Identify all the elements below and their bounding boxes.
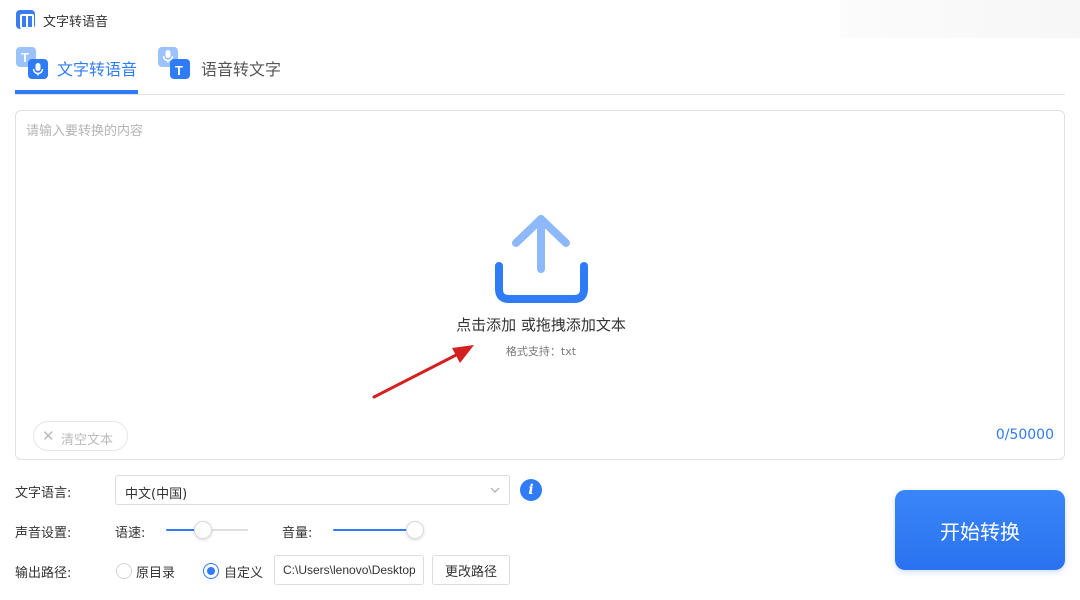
volume-label: 音量: bbox=[282, 526, 313, 541]
volume-slider[interactable] bbox=[333, 520, 424, 540]
radio-custom-label: 自定义 bbox=[224, 566, 264, 581]
start-conversion-button[interactable]: 开始转换 bbox=[895, 490, 1065, 570]
output-path-input[interactable] bbox=[274, 555, 424, 585]
title-bar-blur-area bbox=[840, 0, 1080, 38]
text-input-placeholder: 请输入要转换的内容 bbox=[26, 124, 144, 139]
svg-text:T: T bbox=[175, 63, 183, 78]
clear-text-button[interactable]: ✕ 清空文本 bbox=[33, 421, 128, 451]
speed-slider-thumb[interactable] bbox=[194, 521, 212, 539]
voice-settings-label: 声音设置: bbox=[15, 526, 72, 541]
radio-original-directory[interactable] bbox=[116, 563, 132, 579]
radio-custom-directory[interactable] bbox=[203, 563, 219, 579]
language-selected-value: 中文(中国) bbox=[125, 487, 188, 502]
clear-text-label: 清空文本 bbox=[61, 433, 114, 448]
tab-text-to-speech-label: 文字转语音 bbox=[57, 60, 138, 79]
speed-slider[interactable] bbox=[166, 520, 248, 540]
tab-speech-to-text[interactable]: T 语音转文字 bbox=[157, 44, 287, 94]
title-bar: 文字转语音 bbox=[0, 0, 1080, 40]
output-path-label: 输出路径: bbox=[15, 566, 72, 581]
app-logo-icon bbox=[16, 10, 35, 29]
volume-slider-thumb[interactable] bbox=[406, 521, 424, 539]
speech-to-text-icon: T bbox=[158, 47, 190, 79]
change-path-button[interactable]: 更改路径 bbox=[432, 555, 510, 585]
language-select[interactable]: 中文(中国) bbox=[115, 475, 510, 505]
volume-slider-fill bbox=[333, 529, 415, 531]
upload-icon bbox=[495, 215, 588, 303]
annotation-arrow-icon bbox=[372, 345, 474, 399]
radio-original-label: 原目录 bbox=[136, 566, 176, 581]
character-count: 0/50000 bbox=[995, 427, 1054, 443]
language-label: 文字语言: bbox=[15, 486, 72, 501]
info-icon[interactable]: i bbox=[520, 479, 542, 501]
text-to-speech-icon: T bbox=[16, 47, 48, 79]
chevron-down-icon bbox=[490, 487, 500, 493]
svg-text:T: T bbox=[21, 50, 29, 65]
tab-text-to-speech[interactable]: T 文字转语音 bbox=[15, 44, 138, 94]
text-input-area[interactable]: 请输入要转换的内容 点击添加 或拖拽添加文本 格式支持：txt ✕ 清空文本 0… bbox=[15, 110, 1065, 460]
close-icon: ✕ bbox=[42, 427, 55, 445]
upload-instruction: 点击添加 或拖拽添加文本 bbox=[456, 316, 626, 334]
speed-label: 语速: bbox=[115, 526, 146, 541]
mode-tabs: T 文字转语音 T 语音转文字 bbox=[15, 44, 1065, 95]
app-title: 文字转语音 bbox=[43, 15, 109, 30]
tab-speech-to-text-label: 语音转文字 bbox=[201, 60, 282, 79]
